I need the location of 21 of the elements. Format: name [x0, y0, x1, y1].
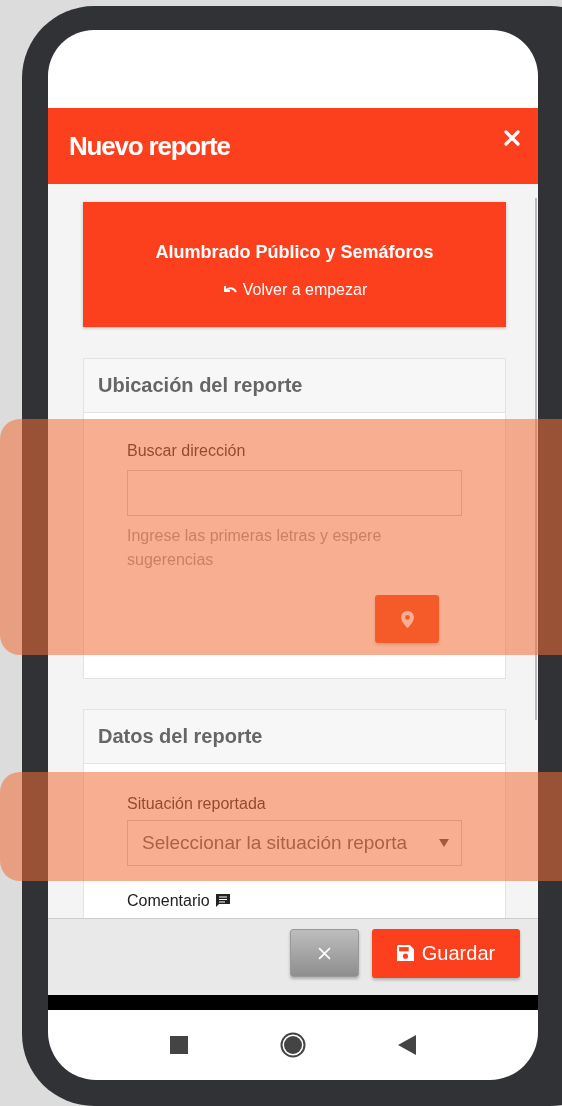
- close-icon: [318, 946, 331, 960]
- home-icon[interactable]: [280, 1032, 306, 1058]
- field-label: Situación reportada: [127, 794, 267, 813]
- location-pin-icon: [400, 610, 414, 628]
- caret-icon: [439, 839, 449, 847]
- field-label: Comentario: [127, 891, 210, 910]
- field-label: Buscar dirección: [127, 441, 247, 460]
- save-button[interactable]: Guardar: [372, 929, 520, 978]
- close-icon[interactable]: [504, 130, 520, 146]
- back-icon[interactable]: [398, 1035, 416, 1055]
- section-title: Ubicación del reporte: [98, 374, 303, 397]
- situation-dropdown[interactable]: Seleccionar la situación reporta: [127, 820, 462, 866]
- dialog-title: Nuevo reporte: [69, 130, 230, 162]
- comment-icon: [214, 893, 231, 908]
- locate-button[interactable]: [375, 595, 439, 643]
- restart-link[interactable]: Volver a empezar: [221, 281, 368, 299]
- recents-icon[interactable]: [170, 1036, 188, 1054]
- category-title: Alumbrado Público y Semáforos: [155, 242, 434, 263]
- cancel-button[interactable]: [290, 929, 359, 977]
- save-icon: [396, 945, 414, 962]
- section-title: Datos del reporte: [98, 725, 263, 748]
